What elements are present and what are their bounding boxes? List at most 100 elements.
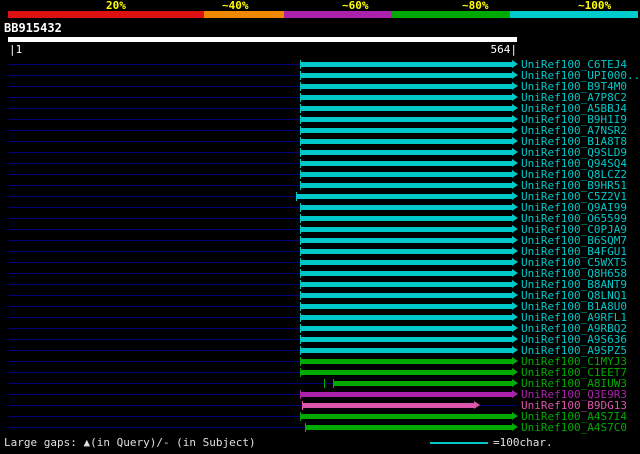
alignment-bar[interactable] bbox=[300, 117, 512, 122]
alignment-bar[interactable] bbox=[300, 359, 512, 364]
alignment-arrowhead bbox=[511, 247, 518, 255]
alignment-bar[interactable] bbox=[300, 62, 512, 67]
identity-scale-labels: 20% ~40% ~60% ~80% ~100% bbox=[0, 0, 640, 12]
alignment-arrowhead bbox=[511, 93, 518, 101]
alignment-start-tick bbox=[300, 137, 302, 146]
alignment-arrowhead bbox=[511, 423, 518, 431]
alignment-bar[interactable] bbox=[301, 403, 474, 408]
alignment-start-tick bbox=[300, 225, 302, 234]
alignment-bar[interactable] bbox=[300, 282, 512, 287]
scale-segment-5 bbox=[510, 11, 638, 18]
alignment-bar[interactable] bbox=[300, 337, 512, 342]
alignment-arrowhead bbox=[511, 170, 518, 178]
alignment-arrowhead bbox=[511, 280, 518, 288]
alignment-bar[interactable] bbox=[300, 128, 512, 133]
alignment-bar[interactable] bbox=[300, 315, 512, 320]
alignment-bar[interactable] bbox=[305, 425, 512, 430]
alignment-arrowhead bbox=[511, 60, 518, 68]
alignment-bar[interactable] bbox=[300, 161, 512, 166]
alignment-bar[interactable] bbox=[300, 370, 512, 375]
scale-segment-3 bbox=[284, 11, 392, 18]
alignment-bar[interactable] bbox=[300, 249, 512, 254]
alignment-bar[interactable] bbox=[300, 348, 512, 353]
alignment-start-tick bbox=[300, 82, 302, 91]
legend-scale-line bbox=[430, 442, 488, 444]
alignment-arrowhead bbox=[511, 203, 518, 211]
alignment-arrowhead bbox=[511, 115, 518, 123]
alignment-bar[interactable] bbox=[300, 95, 512, 100]
legend-scale-text: =100char. bbox=[493, 436, 553, 449]
scale-label: ~100% bbox=[578, 0, 612, 12]
alignment-arrowhead bbox=[511, 313, 518, 321]
alignment-bar[interactable] bbox=[300, 205, 512, 210]
alignment-bar[interactable] bbox=[300, 227, 512, 232]
alignment-start-tick bbox=[300, 71, 302, 80]
alignment-arrowhead bbox=[511, 324, 518, 332]
alignment-row: UniRef100_A4S7C0 bbox=[0, 422, 640, 433]
alignment-start-tick bbox=[300, 412, 302, 421]
scale-label: 20% bbox=[106, 0, 126, 12]
alignment-bar[interactable] bbox=[300, 84, 512, 89]
alignment-start-tick bbox=[300, 291, 302, 300]
alignment-start-tick bbox=[300, 346, 302, 355]
alignment-start-tick bbox=[300, 60, 302, 69]
blast-graphic-overview: 20% ~40% ~60% ~80% ~100% BB915432 |1 564| Un… bbox=[0, 0, 640, 454]
identity-scale-bar bbox=[8, 11, 638, 18]
alignment-start-tick bbox=[300, 324, 302, 333]
alignment-arrowhead bbox=[511, 302, 518, 310]
scale-segment-1 bbox=[8, 11, 204, 18]
alignment-start-tick bbox=[296, 192, 298, 201]
alignment-arrowhead bbox=[511, 346, 518, 354]
hit-label[interactable]: UniRef100_A4S7C0 bbox=[521, 422, 627, 433]
alignment-bar[interactable] bbox=[300, 216, 512, 221]
alignment-bar[interactable] bbox=[300, 139, 512, 144]
scale-segment-2 bbox=[204, 11, 284, 18]
alignment-start-tick bbox=[300, 115, 302, 124]
alignment-arrowhead bbox=[511, 225, 518, 233]
alignment-start-tick bbox=[300, 280, 302, 289]
alignment-arrowhead bbox=[511, 137, 518, 145]
alignment-start-tick bbox=[300, 214, 302, 223]
alignment-arrowhead bbox=[511, 192, 518, 200]
alignment-bar[interactable] bbox=[300, 293, 512, 298]
alignment-start-tick bbox=[300, 126, 302, 135]
alignment-arrowhead bbox=[511, 71, 518, 79]
alignment-bar[interactable] bbox=[300, 392, 512, 397]
alignment-arrowhead bbox=[511, 269, 518, 277]
ruler-end-label: 564| bbox=[490, 43, 518, 56]
alignment-bar[interactable] bbox=[300, 150, 512, 155]
alignment-bar[interactable] bbox=[332, 381, 512, 386]
alignment-bar[interactable] bbox=[300, 183, 512, 188]
alignment-bar[interactable] bbox=[300, 414, 512, 419]
alignment-start-tick bbox=[300, 390, 302, 399]
scale-label: ~40% bbox=[222, 0, 249, 12]
alignment-bar[interactable] bbox=[300, 172, 512, 177]
scale-segment-4 bbox=[392, 11, 510, 18]
alignment-start-tick bbox=[300, 93, 302, 102]
alignment-arrowhead bbox=[511, 368, 518, 376]
alignment-start-tick bbox=[300, 236, 302, 245]
alignment-start-tick bbox=[300, 335, 302, 344]
alignment-bar[interactable] bbox=[300, 326, 512, 331]
alignment-start-tick bbox=[300, 258, 302, 267]
alignment-arrowhead bbox=[511, 412, 518, 420]
alignment-start-tick bbox=[300, 247, 302, 256]
alignment-bar[interactable] bbox=[300, 238, 512, 243]
alignment-start-tick bbox=[300, 368, 302, 377]
alignment-bar[interactable] bbox=[300, 260, 512, 265]
alignment-rows: UniRef100_C6TEJ4 UniRef100_UPI000.. UniRef… bbox=[0, 59, 640, 433]
alignment-bar[interactable] bbox=[300, 271, 512, 276]
alignment-start-tick bbox=[300, 357, 302, 366]
alignment-bar[interactable] bbox=[300, 73, 512, 78]
alignment-arrowhead bbox=[511, 357, 518, 365]
scale-label: ~60% bbox=[342, 0, 369, 12]
alignment-arrowhead bbox=[511, 379, 518, 387]
query-title: BB915432 bbox=[4, 21, 62, 35]
alignment-start-tick bbox=[300, 181, 302, 190]
alignment-bar[interactable] bbox=[300, 304, 512, 309]
alignment-bar[interactable] bbox=[296, 194, 512, 199]
alignment-bar[interactable] bbox=[300, 106, 512, 111]
bar-length-legend: =100char. bbox=[430, 437, 635, 450]
alignment-arrowhead bbox=[511, 291, 518, 299]
alignment-arrowhead bbox=[511, 104, 518, 112]
